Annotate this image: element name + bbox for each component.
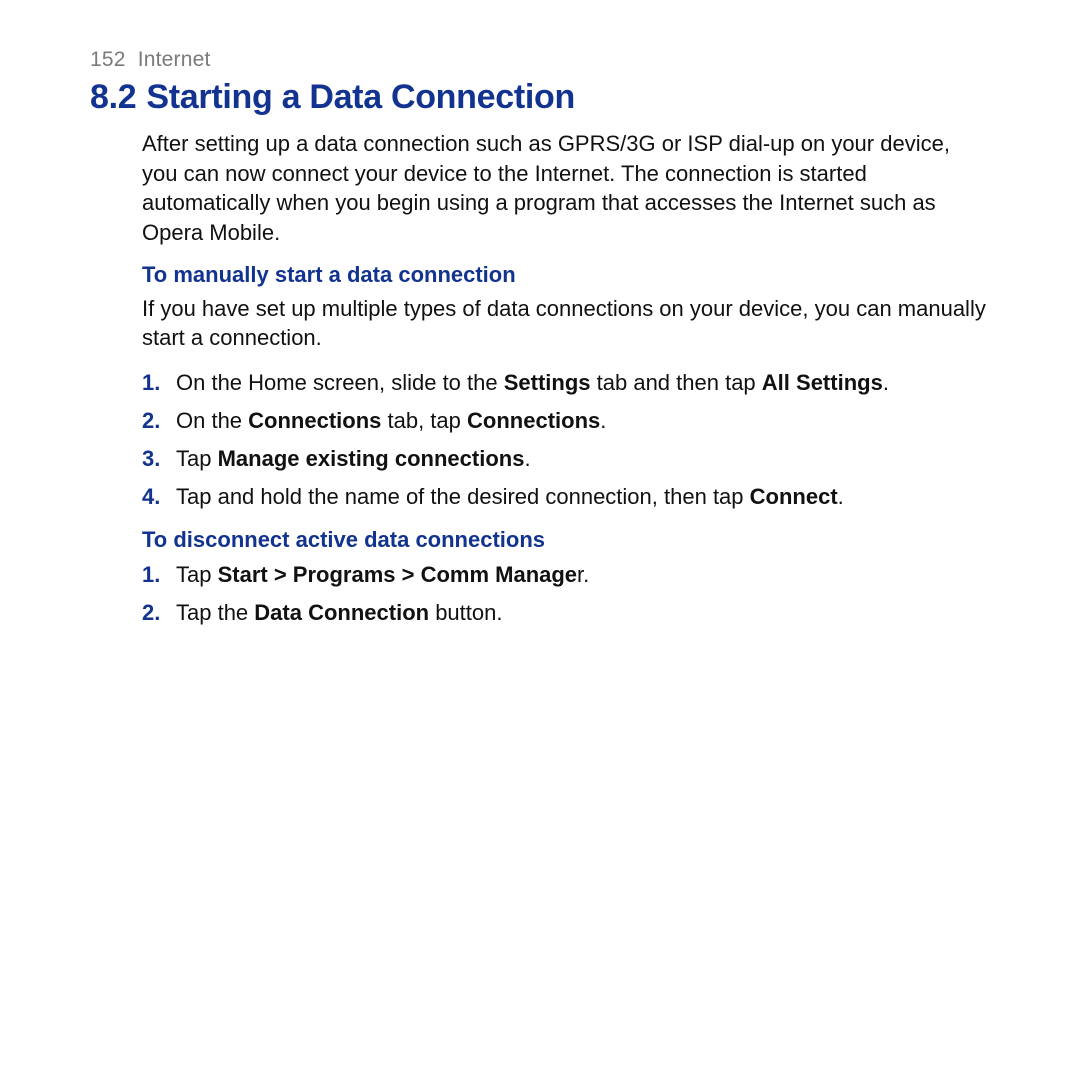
step-marker: 2. xyxy=(142,597,160,629)
section-body: After setting up a data connection such … xyxy=(142,129,990,628)
step-item: 2. On the Connections tab, tap Connectio… xyxy=(142,405,990,437)
step-marker: 2. xyxy=(142,405,160,437)
step-bold: Connect xyxy=(750,484,838,509)
step-marker: 3. xyxy=(142,443,160,475)
step-text: . xyxy=(600,408,606,433)
step-bold: Connections xyxy=(248,408,381,433)
step-bold: Settings xyxy=(504,370,591,395)
step-item: 1. Tap Start > Programs > Comm Manager. xyxy=(142,559,990,591)
subheading-disconnect: To disconnect active data connections xyxy=(142,527,990,553)
step-text: . xyxy=(883,370,889,395)
manual-start-steps: 1. On the Home screen, slide to the Sett… xyxy=(142,367,990,513)
step-text: r. xyxy=(577,562,589,587)
manual-start-lead: If you have set up multiple types of dat… xyxy=(142,294,990,353)
subheading-manual-start: To manually start a data connection xyxy=(142,262,990,288)
section-title: Starting a Data Connection xyxy=(146,78,575,116)
chapter-name: Internet xyxy=(138,48,211,71)
step-bold: All Settings xyxy=(762,370,883,395)
section-heading: 8.2 Starting a Data Connection xyxy=(90,78,990,117)
step-text: tab, tap xyxy=(381,408,467,433)
step-marker: 1. xyxy=(142,367,160,399)
step-text: tab and then tap xyxy=(591,370,762,395)
step-bold: Start > Programs > Comm Manage xyxy=(218,562,577,587)
page: 152 Internet 8.2 Starting a Data Connecti… xyxy=(0,0,1080,690)
step-text: . xyxy=(524,446,530,471)
step-text: . xyxy=(838,484,844,509)
step-bold: Manage existing connections xyxy=(218,446,525,471)
step-item: 2. Tap the Data Connection button. xyxy=(142,597,990,629)
step-item: 3. Tap Manage existing connections. xyxy=(142,443,990,475)
step-marker: 1. xyxy=(142,559,160,591)
step-text: Tap xyxy=(176,446,218,471)
step-text: On the Home screen, slide to the xyxy=(176,370,504,395)
step-marker: 4. xyxy=(142,481,160,513)
step-item: 4. Tap and hold the name of the desired … xyxy=(142,481,990,513)
step-item: 1. On the Home screen, slide to the Sett… xyxy=(142,367,990,399)
section-number: 8.2 xyxy=(90,78,136,116)
page-number: 152 xyxy=(90,48,126,71)
step-text: Tap and hold the name of the desired con… xyxy=(176,484,750,509)
step-bold: Connections xyxy=(467,408,600,433)
step-text: On the xyxy=(176,408,248,433)
intro-paragraph: After setting up a data connection such … xyxy=(142,129,990,248)
step-text: Tap the xyxy=(176,600,254,625)
step-text: button. xyxy=(429,600,502,625)
step-text: Tap xyxy=(176,562,218,587)
disconnect-steps: 1. Tap Start > Programs > Comm Manager. … xyxy=(142,559,990,629)
running-header: 152 Internet xyxy=(90,48,990,72)
step-bold: Data Connection xyxy=(254,600,429,625)
